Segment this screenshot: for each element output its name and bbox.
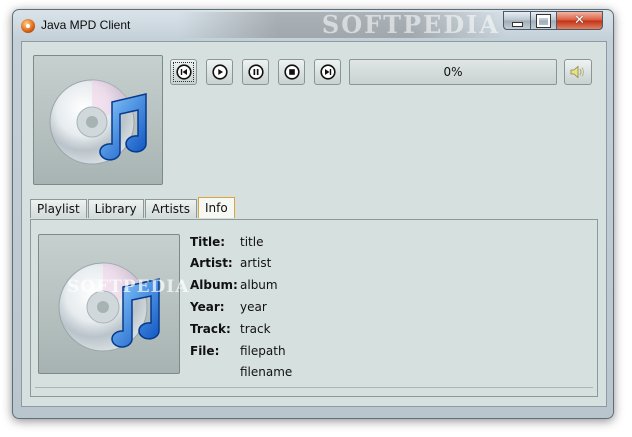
progress-bar[interactable]: 0% (349, 59, 557, 85)
previous-track-button[interactable] (170, 59, 197, 85)
title-value: title (240, 235, 264, 249)
panel-divider (35, 387, 593, 388)
tab-info[interactable]: Info (198, 197, 235, 218)
close-icon: ✕ (574, 13, 585, 28)
track-value: track (240, 322, 271, 336)
file-path-value: filepath (240, 344, 286, 358)
info-panel: SOFTPEDIA Title: title Artist: artist Al… (30, 219, 598, 397)
cd-music-icon (49, 79, 147, 165)
play-icon (211, 64, 228, 80)
tab-bar: Playlist Library Artists Info (30, 197, 236, 219)
info-album-art: SOFTPEDIA (38, 234, 188, 374)
tab-library[interactable]: Library (87, 199, 144, 218)
album-value: album (240, 278, 278, 292)
maximize-icon (536, 13, 551, 28)
skip-forward-icon (319, 64, 336, 80)
album-label: Album: (190, 278, 238, 292)
window-title: Java MPD Client (41, 18, 131, 32)
play-button[interactable] (206, 59, 233, 85)
minimize-button[interactable] (503, 11, 531, 30)
title-label: Title: (190, 235, 226, 249)
year-label: Year: (190, 300, 225, 314)
client-area: 0% Playlist Library Artists Info SOFTPED… (21, 41, 607, 407)
cd-music-icon (58, 262, 160, 352)
app-window: Java MPD Client SOFTPEDIA ✕ 0% Playlist … (12, 9, 614, 419)
softpedia-watermark: SOFTPEDIA (67, 277, 190, 297)
softpedia-watermark: SOFTPEDIA (178, 12, 508, 38)
track-label: Track: (190, 322, 231, 336)
tab-playlist[interactable]: Playlist (30, 199, 87, 218)
pause-icon (247, 64, 264, 80)
volume-button[interactable] (564, 59, 592, 85)
progress-text: 0% (443, 65, 463, 79)
skip-back-icon (175, 64, 192, 80)
artist-label: Artist: (190, 256, 233, 270)
tab-artists[interactable]: Artists (144, 199, 198, 218)
next-track-button[interactable] (314, 59, 341, 85)
artist-value: artist (240, 256, 272, 270)
pause-button[interactable] (242, 59, 269, 85)
title-bar[interactable]: Java MPD Client SOFTPEDIA ✕ (13, 10, 613, 42)
stop-icon (283, 64, 300, 80)
year-value: year (240, 300, 267, 314)
maximize-button[interactable] (530, 11, 557, 30)
file-label: File: (190, 344, 220, 358)
app-icon[interactable] (21, 19, 35, 33)
minimize-icon (511, 21, 523, 27)
speaker-icon (570, 65, 584, 79)
file-name-value: filename (240, 365, 293, 379)
stop-button[interactable] (278, 59, 305, 85)
album-art (33, 55, 163, 185)
close-button[interactable]: ✕ (556, 11, 603, 30)
